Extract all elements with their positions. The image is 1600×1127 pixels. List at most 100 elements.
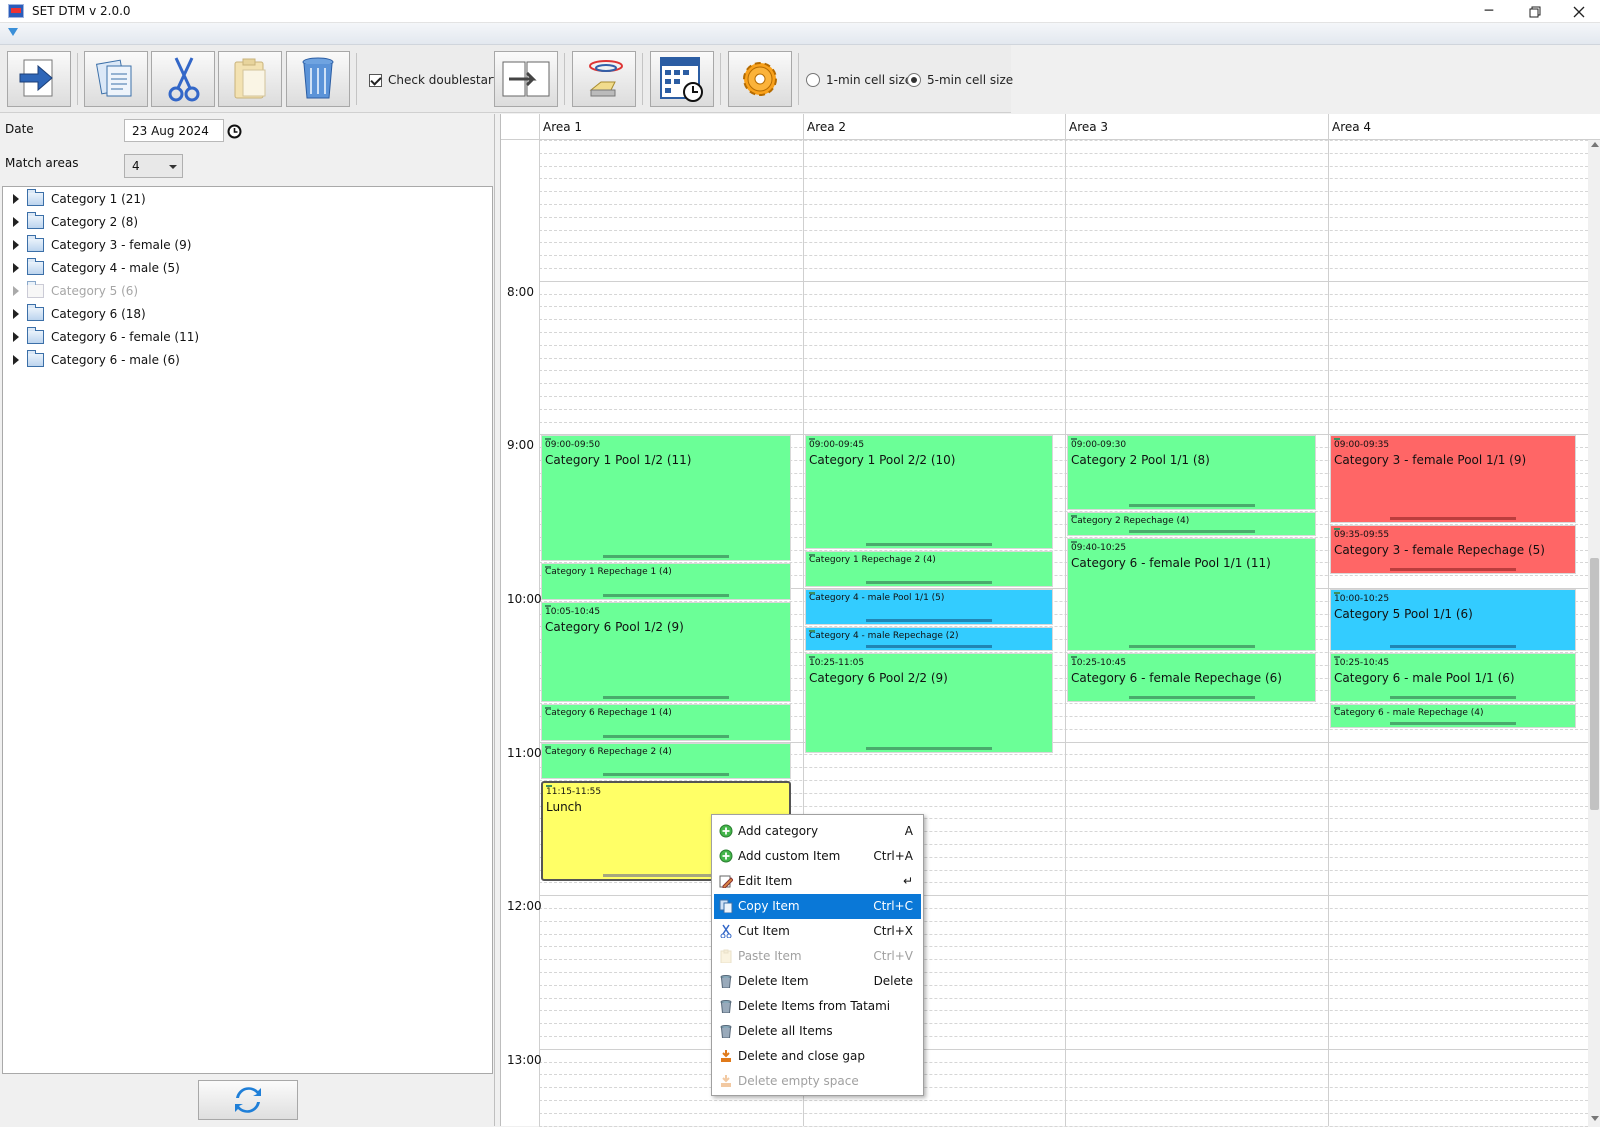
resize-handle[interactable] <box>1390 568 1516 572</box>
drag-handle[interactable] <box>809 656 815 658</box>
menu-item-delete-and-close-gap[interactable]: Delete and close gap <box>714 1044 921 1069</box>
schedule-item[interactable]: Category 1 Repechage 2 (4) <box>805 550 1053 587</box>
match-areas-select[interactable]: 4 <box>124 154 183 178</box>
tree-item-category[interactable]: Category 6 - female (11) <box>3 326 483 349</box>
paste-button[interactable] <box>218 51 282 107</box>
menu-item-cut-item[interactable]: Cut Item Ctrl+X <box>714 919 921 944</box>
resize-handle[interactable] <box>1390 696 1516 700</box>
drag-handle[interactable] <box>1334 592 1340 594</box>
resize-handle[interactable] <box>1128 696 1255 700</box>
expand-arrow-icon[interactable] <box>13 332 19 342</box>
settings-button[interactable] <box>728 51 792 107</box>
export-button[interactable] <box>7 51 71 107</box>
drag-handle[interactable] <box>1334 707 1340 710</box>
date-input[interactable]: 23 Aug 2024 <box>124 119 224 142</box>
tree-item-category[interactable]: Category 6 (18) <box>3 303 483 326</box>
resize-handle[interactable] <box>603 555 729 559</box>
drag-handle[interactable] <box>1334 656 1340 658</box>
drag-handle[interactable] <box>1071 656 1077 658</box>
clock-icon[interactable] <box>227 124 242 139</box>
resize-handle[interactable] <box>1128 529 1255 533</box>
schedule-item[interactable]: 10:25-10:45 Category 6 - female Repechage… <box>1067 653 1316 703</box>
scroll-thumb[interactable] <box>1590 558 1599 810</box>
tree-item-category[interactable]: Category 2 (8) <box>3 211 483 234</box>
menu-item-add-category[interactable]: Add category A <box>714 819 921 844</box>
drag-handle[interactable] <box>1071 515 1077 518</box>
drag-handle[interactable] <box>809 592 815 594</box>
resize-handle[interactable] <box>603 593 729 597</box>
resize-handle[interactable] <box>1128 504 1255 508</box>
schedule-item[interactable]: 09:00-09:35 Category 3 - female Pool 1/1 … <box>1330 435 1576 523</box>
schedule-item[interactable]: 09:40-10:25 Category 6 - female Pool 1/1 … <box>1067 537 1316 651</box>
import-button[interactable] <box>572 51 636 107</box>
resize-handle[interactable] <box>603 734 729 738</box>
schedule-item[interactable]: Category 4 - male Pool 1/1 (5) <box>805 589 1053 626</box>
schedule-calendar-button[interactable] <box>650 51 714 107</box>
tree-item-category[interactable]: Category 1 (21) <box>3 188 483 211</box>
menu-item-delete-item[interactable]: Delete Item Delete <box>714 969 921 994</box>
drag-handle[interactable] <box>545 745 551 748</box>
collapse-arrow-icon[interactable] <box>8 28 18 36</box>
resize-handle[interactable] <box>866 542 992 546</box>
drag-handle[interactable] <box>809 438 815 441</box>
resize-handle[interactable] <box>1390 721 1516 725</box>
cell-size-1min-radio[interactable] <box>806 73 820 87</box>
expand-arrow-icon[interactable] <box>13 240 19 250</box>
drag-handle[interactable] <box>545 604 551 607</box>
drag-handle[interactable] <box>545 438 551 441</box>
check-doublestarts-checkbox[interactable] <box>369 74 382 87</box>
close-button[interactable] <box>1556 0 1600 23</box>
drag-handle[interactable] <box>1071 540 1077 543</box>
expand-arrow-icon[interactable] <box>13 263 19 273</box>
expand-arrow-icon[interactable] <box>13 217 19 227</box>
scroll-down-icon[interactable] <box>1591 1116 1599 1121</box>
schedule-item[interactable]: 10:05-10:45 Category 6 Pool 1/2 (9) <box>541 601 791 703</box>
cell-size-5min-radio[interactable] <box>907 73 921 87</box>
resize-handle[interactable] <box>866 580 992 584</box>
expand-arrow-icon[interactable] <box>13 355 19 365</box>
menu-item-copy-item[interactable]: Copy Item Ctrl+C <box>714 894 921 919</box>
schedule-item[interactable]: 10:25-11:05 Category 6 Pool 2/2 (9) <box>805 653 1053 754</box>
tree-item-category[interactable]: Category 6 - male (6) <box>3 349 483 372</box>
schedule-item[interactable]: 09:00-09:30 Category 2 Pool 1/1 (8) <box>1067 435 1316 511</box>
drag-handle[interactable] <box>809 553 815 556</box>
menu-item-add-custom-item[interactable]: Add custom Item Ctrl+A <box>714 844 921 869</box>
schedule-item[interactable]: Category 6 Repechage 1 (4) <box>541 704 791 741</box>
schedule-item[interactable]: Category 2 Repechage (4) <box>1067 512 1316 536</box>
schedule-item[interactable]: Category 4 - male Repechage (2) <box>805 627 1053 651</box>
tree-item-category[interactable]: Category 3 - female (9) <box>3 234 483 257</box>
restore-button[interactable] <box>1512 0 1558 23</box>
schedule-item[interactable]: 10:00-10:25 Category 5 Pool 1/1 (6) <box>1330 589 1576 651</box>
drag-handle[interactable] <box>1071 438 1077 441</box>
drag-handle[interactable] <box>546 785 552 787</box>
drag-handle[interactable] <box>545 566 551 569</box>
resize-handle[interactable] <box>866 619 992 623</box>
drag-handle[interactable] <box>1334 438 1340 441</box>
swap-areas-button[interactable] <box>494 51 558 107</box>
schedule-item[interactable]: Category 6 Repechage 2 (4) <box>541 742 791 779</box>
resize-handle[interactable] <box>1390 645 1516 648</box>
resize-handle[interactable] <box>866 644 992 648</box>
menu-item-delete-items-from-tatami[interactable]: Delete Items from Tatami <box>714 994 921 1019</box>
vertical-scrollbar[interactable] <box>1588 140 1600 1126</box>
minimize-button[interactable]: ─ <box>1466 0 1512 23</box>
refresh-button[interactable] <box>198 1080 298 1120</box>
drag-handle[interactable] <box>809 630 815 633</box>
scroll-up-icon[interactable] <box>1591 142 1599 147</box>
cut-button[interactable] <box>151 51 215 107</box>
tree-item-category[interactable]: Category 4 - male (5) <box>3 257 483 280</box>
resize-handle[interactable] <box>603 772 729 776</box>
schedule-item[interactable]: Category 1 Repechage 1 (4) <box>541 563 791 600</box>
menu-item-edit-item[interactable]: Edit Item ↵ <box>714 869 921 894</box>
resize-handle[interactable] <box>1390 516 1516 520</box>
schedule-item[interactable]: 09:35-09:55 Category 3 - female Repechage… <box>1330 525 1576 575</box>
schedule-item[interactable]: 10:25-10:45 Category 6 - male Pool 1/1 (6… <box>1330 653 1576 703</box>
menu-item-delete-all-items[interactable]: Delete all Items <box>714 1019 921 1044</box>
resize-handle[interactable] <box>1128 644 1255 648</box>
resize-handle[interactable] <box>866 747 992 751</box>
drag-handle[interactable] <box>545 707 551 710</box>
resize-handle[interactable] <box>603 696 729 700</box>
schedule-item[interactable]: Category 6 - male Repechage (4) <box>1330 704 1576 728</box>
tree-item-category[interactable]: Category 5 (6) <box>3 280 483 303</box>
schedule-item[interactable]: 09:00-09:50 Category 1 Pool 1/2 (11) <box>541 435 791 562</box>
